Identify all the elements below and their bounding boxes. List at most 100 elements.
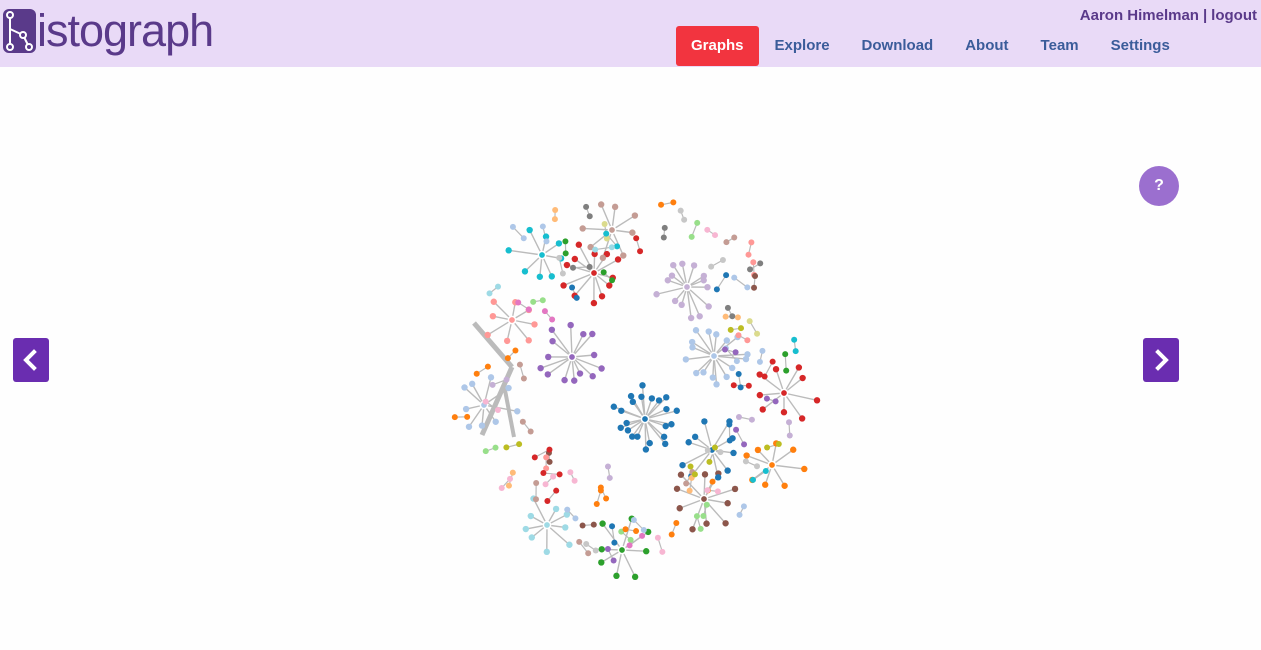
graph-node[interactable] bbox=[701, 418, 708, 425]
graph-node[interactable] bbox=[696, 313, 703, 320]
graph-node[interactable] bbox=[514, 408, 521, 415]
graph-node[interactable] bbox=[673, 485, 681, 492]
graph-node[interactable] bbox=[541, 308, 548, 315]
graph-node[interactable] bbox=[717, 449, 724, 456]
graph-node[interactable] bbox=[462, 405, 470, 413]
graph-node[interactable] bbox=[545, 353, 552, 361]
graph-node[interactable] bbox=[543, 548, 550, 556]
graph-node[interactable] bbox=[552, 505, 560, 513]
graph-node[interactable] bbox=[509, 469, 516, 476]
graph-node[interactable] bbox=[704, 487, 711, 494]
nav-about[interactable]: About bbox=[949, 26, 1024, 66]
graph-node[interactable] bbox=[526, 226, 533, 234]
graph-node[interactable] bbox=[585, 550, 592, 557]
graph-node[interactable] bbox=[516, 441, 523, 448]
graph-node[interactable] bbox=[801, 465, 808, 473]
graph-node[interactable] bbox=[772, 398, 779, 405]
graph-node[interactable] bbox=[550, 473, 557, 480]
graph-node[interactable] bbox=[520, 235, 527, 242]
graph-node[interactable] bbox=[521, 268, 529, 275]
graph-node[interactable] bbox=[713, 331, 720, 338]
graph-node[interactable] bbox=[589, 330, 596, 338]
graph-node[interactable] bbox=[638, 393, 645, 400]
graph-node[interactable] bbox=[609, 277, 616, 284]
graph-node[interactable] bbox=[655, 397, 663, 404]
graph-node[interactable] bbox=[572, 515, 579, 522]
graph-node[interactable] bbox=[731, 485, 739, 493]
graph-node[interactable] bbox=[531, 454, 538, 461]
graph-node[interactable] bbox=[509, 223, 516, 230]
graph-node[interactable] bbox=[536, 273, 544, 280]
graph-node[interactable] bbox=[690, 262, 698, 269]
graph-node[interactable] bbox=[714, 474, 722, 481]
graph-node[interactable] bbox=[543, 454, 550, 461]
graph-node[interactable] bbox=[598, 546, 605, 553]
graph-node[interactable] bbox=[566, 541, 573, 548]
graph-node[interactable] bbox=[762, 468, 769, 475]
graph-node[interactable] bbox=[464, 413, 471, 420]
graph-hub-node[interactable] bbox=[507, 315, 517, 325]
graph-node[interactable] bbox=[733, 426, 740, 433]
graph-node[interactable] bbox=[691, 433, 699, 441]
graph-node[interactable] bbox=[786, 432, 793, 439]
graph-node[interactable] bbox=[629, 433, 636, 440]
graph-node[interactable] bbox=[519, 418, 526, 425]
graph-node[interactable] bbox=[482, 448, 489, 455]
graph-node[interactable] bbox=[799, 374, 806, 382]
graph-node[interactable] bbox=[756, 391, 764, 399]
graph-node[interactable] bbox=[540, 470, 547, 477]
graph-node[interactable] bbox=[640, 526, 647, 533]
graph-node[interactable] bbox=[700, 369, 707, 376]
graph-node[interactable] bbox=[745, 382, 752, 389]
graph-node[interactable] bbox=[627, 392, 635, 400]
graph-node[interactable] bbox=[747, 266, 754, 273]
graph-node[interactable] bbox=[713, 381, 720, 388]
graph-node[interactable] bbox=[780, 409, 788, 416]
graph-node[interactable] bbox=[678, 301, 685, 309]
graph-node[interactable] bbox=[451, 414, 458, 421]
graph-node[interactable] bbox=[544, 371, 552, 378]
graph-node[interactable] bbox=[798, 415, 806, 422]
graph-node[interactable] bbox=[687, 314, 695, 322]
graph-node[interactable] bbox=[673, 519, 680, 526]
graph-node[interactable] bbox=[631, 573, 639, 581]
graph-node[interactable] bbox=[726, 421, 733, 428]
graph-node[interactable] bbox=[492, 444, 499, 451]
graph-node[interactable] bbox=[579, 522, 586, 529]
graph-node[interactable] bbox=[744, 337, 751, 344]
graph-node[interactable] bbox=[530, 298, 537, 305]
nav-settings[interactable]: Settings bbox=[1095, 26, 1186, 66]
graph-node[interactable] bbox=[603, 495, 610, 502]
graph-node[interactable] bbox=[711, 444, 718, 451]
graph-node[interactable] bbox=[731, 234, 738, 241]
graph-node[interactable] bbox=[597, 487, 604, 494]
graph-node[interactable] bbox=[543, 238, 550, 245]
graph-node[interactable] bbox=[742, 458, 749, 465]
graph-node[interactable] bbox=[590, 521, 597, 528]
help-button[interactable]: ? bbox=[1139, 166, 1179, 206]
graph-node[interactable] bbox=[729, 313, 736, 320]
graph-node[interactable] bbox=[495, 283, 502, 290]
graph-hub-node[interactable] bbox=[709, 351, 719, 361]
graph-node[interactable] bbox=[748, 239, 755, 246]
graph-node[interactable] bbox=[552, 206, 559, 213]
graph-node[interactable] bbox=[790, 446, 797, 453]
graph-node[interactable] bbox=[745, 251, 752, 258]
graph-node[interactable] bbox=[503, 376, 510, 383]
graph-node[interactable] bbox=[571, 255, 579, 263]
graph-node[interactable] bbox=[624, 427, 632, 434]
graph-node[interactable] bbox=[679, 260, 686, 267]
graph-node[interactable] bbox=[701, 471, 709, 478]
graph-node[interactable] bbox=[769, 358, 776, 365]
graph-node[interactable] bbox=[662, 440, 669, 448]
graph-node[interactable] bbox=[548, 273, 556, 280]
graph-node[interactable] bbox=[598, 559, 605, 566]
graph-node[interactable] bbox=[504, 355, 511, 362]
graph-node[interactable] bbox=[520, 375, 527, 382]
graph-hub-node[interactable] bbox=[567, 352, 577, 362]
graph-node[interactable] bbox=[721, 346, 728, 353]
graph-node[interactable] bbox=[676, 505, 683, 512]
graph-node[interactable] bbox=[556, 471, 563, 478]
graph-node[interactable] bbox=[704, 447, 711, 454]
graph-node[interactable] bbox=[709, 374, 717, 381]
